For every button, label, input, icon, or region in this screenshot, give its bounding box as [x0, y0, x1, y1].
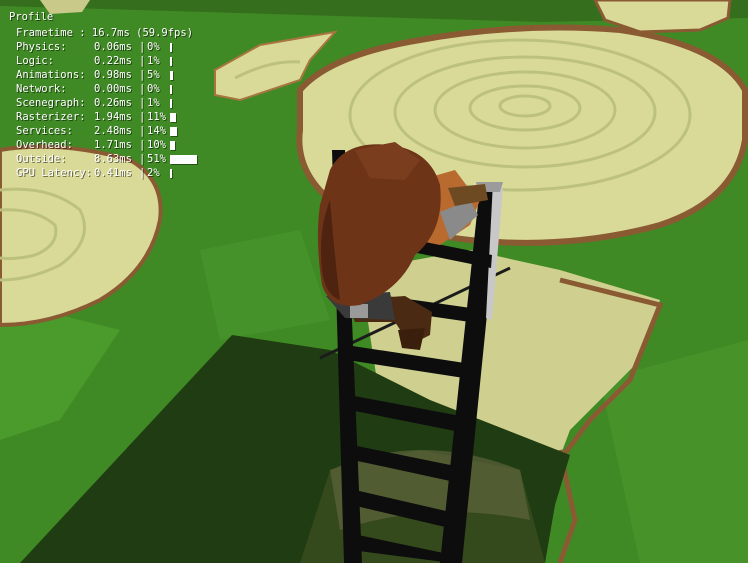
- game-viewport[interactable]: [0, 0, 748, 563]
- character-belt: [350, 304, 368, 318]
